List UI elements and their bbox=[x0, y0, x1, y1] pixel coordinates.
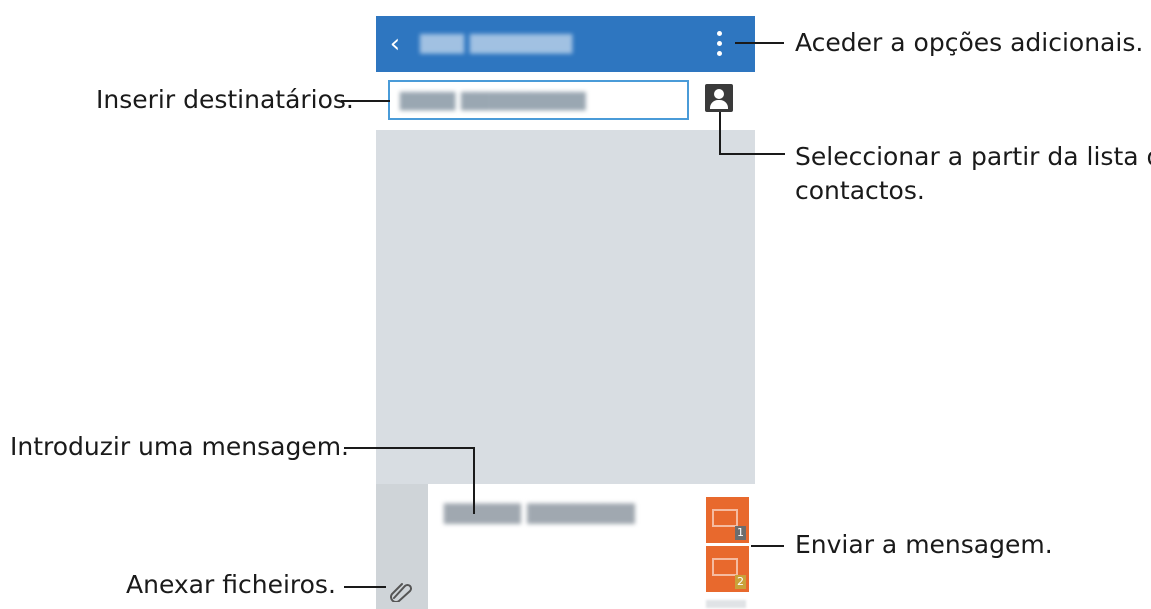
compose-area: ▇▇▇▇▇ ▇▇▇▇▇▇▇ 1 2 bbox=[376, 484, 755, 609]
leader-line-message-vertical bbox=[473, 447, 475, 514]
chevron-left-icon[interactable]: ‹ bbox=[384, 30, 406, 58]
callout-send-message: Enviar a mensagem. bbox=[795, 530, 1053, 559]
callout-contacts-line1: Seleccionar a partir da lista de bbox=[795, 142, 1151, 171]
leader-line-send bbox=[751, 545, 784, 547]
app-bar-title: ▇▇▇ ▇▇▇▇▇▇▇ bbox=[420, 32, 573, 54]
leader-line-attach bbox=[344, 586, 386, 588]
paperclip-icon[interactable] bbox=[390, 580, 414, 602]
sim-label: 2 bbox=[735, 575, 746, 589]
send-sim1-button[interactable]: 1 bbox=[706, 497, 749, 543]
recipient-bar: ▇▇▇▇ ▇▇▇▇▇▇▇▇▇ bbox=[376, 72, 755, 130]
vertical-ellipsis-icon[interactable] bbox=[710, 28, 728, 60]
callout-contacts-line2: contactos. bbox=[795, 176, 925, 205]
callout-enter-message: Introduzir uma mensagem. bbox=[10, 432, 349, 461]
contact-card-icon[interactable] bbox=[705, 84, 733, 112]
callout-more-options: Aceder a opções adicionais. bbox=[795, 28, 1144, 57]
callout-enter-recipients: Inserir destinatários. bbox=[96, 85, 354, 114]
send-sim2-button[interactable]: 2 bbox=[706, 546, 749, 592]
phone-screen: ‹ ▇▇▇ ▇▇▇▇▇▇▇ ▇▇▇▇ ▇▇▇▇▇▇▇▇▇ ▇▇▇▇▇ ▇▇▇▇▇… bbox=[376, 16, 755, 609]
app-bar: ‹ ▇▇▇ ▇▇▇▇▇▇▇ bbox=[376, 16, 755, 72]
sim-label: 1 bbox=[735, 526, 746, 540]
leader-line-more-options bbox=[735, 42, 784, 44]
attach-column bbox=[376, 484, 428, 609]
envelope-icon bbox=[712, 509, 738, 527]
leader-line-contacts bbox=[719, 153, 785, 155]
envelope-icon bbox=[712, 558, 738, 576]
recipient-placeholder: ▇▇▇▇ ▇▇▇▇▇▇▇▇▇ bbox=[400, 90, 586, 111]
character-counter bbox=[706, 600, 746, 608]
callout-attach-files: Anexar ficheiros. bbox=[126, 570, 336, 599]
leader-line-message bbox=[344, 447, 475, 449]
leader-line-recipients bbox=[341, 100, 390, 102]
recipient-input[interactable]: ▇▇▇▇ ▇▇▇▇▇▇▇▇▇ bbox=[388, 80, 689, 120]
leader-line-contacts-vertical bbox=[719, 112, 721, 154]
